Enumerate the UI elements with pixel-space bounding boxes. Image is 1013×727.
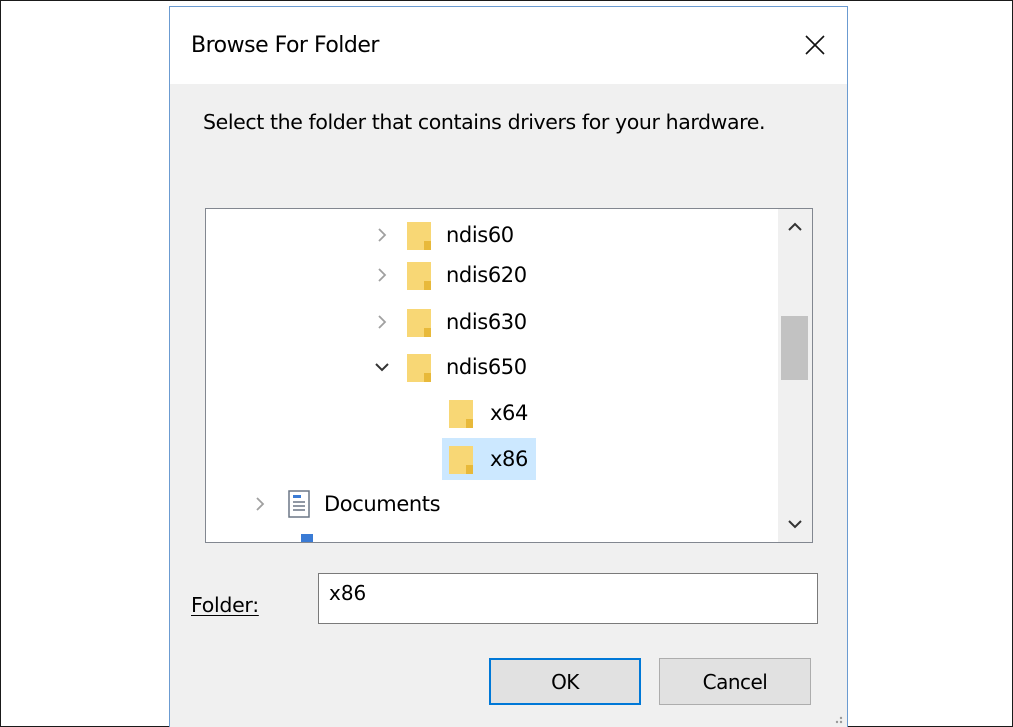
chevron-right-icon[interactable] [372,225,392,245]
folder-icon [407,222,431,250]
close-button[interactable] [797,27,833,63]
folder-input[interactable] [318,573,818,624]
tree-item-label: x64 [490,401,528,425]
instruction-text: Select the folder that contains drivers … [203,110,766,134]
documents-icon [288,490,310,518]
folder-icon [449,400,473,428]
chevron-up-icon [788,222,802,231]
chevron-down-icon [788,520,802,529]
tree-item-label: ndis620 [446,263,527,287]
tree-item-ndis620[interactable]: ndis620 [372,257,527,293]
tree-item-ndis60[interactable]: ndis60 [372,217,514,253]
scroll-down-button[interactable] [778,506,812,542]
tree-item-label: ndis630 [446,310,527,334]
tree-item-label: Documents [324,492,441,516]
scroll-up-button[interactable] [778,209,812,245]
tree-item-ndis630[interactable]: ndis630 [372,304,527,340]
scroll-thumb[interactable] [781,316,808,380]
folder-icon [407,262,431,290]
tree-item-ndis650[interactable]: ndis650 [372,349,527,385]
chevron-down-icon[interactable] [372,357,392,377]
tree-scrollbar[interactable] [778,209,812,542]
chevron-right-icon[interactable] [250,494,270,514]
browse-for-folder-dialog: Browse For Folder Select the folder that… [169,6,848,727]
folder-label-text: Folder: [191,593,259,617]
close-icon [805,35,825,55]
folder-icon [407,309,431,337]
cancel-button[interactable]: Cancel [659,658,811,705]
folder-label: Folder: [191,593,259,617]
ok-button[interactable]: OK [489,658,641,705]
tree-item-x64[interactable]: x64 [448,395,528,431]
tree-item-partial [301,534,313,542]
folder-icon [449,446,473,474]
folder-tree[interactable]: ndis60 ndis620 ndis630 ndis650 x64 x86 D… [205,208,813,543]
chevron-right-icon[interactable] [372,312,392,332]
title-bar[interactable]: Browse For Folder [170,7,847,84]
tree-item-x86[interactable]: x86 [442,438,536,480]
tree-item-label: x86 [490,447,528,471]
chevron-right-icon[interactable] [372,265,392,285]
resize-grip-icon[interactable] [830,711,844,725]
tree-item-label: ndis60 [446,223,514,247]
folder-icon [407,354,431,382]
tree-item-documents[interactable]: Documents [250,486,441,522]
tree-item-label: ndis650 [446,355,527,379]
dialog-title: Browse For Folder [191,33,379,58]
